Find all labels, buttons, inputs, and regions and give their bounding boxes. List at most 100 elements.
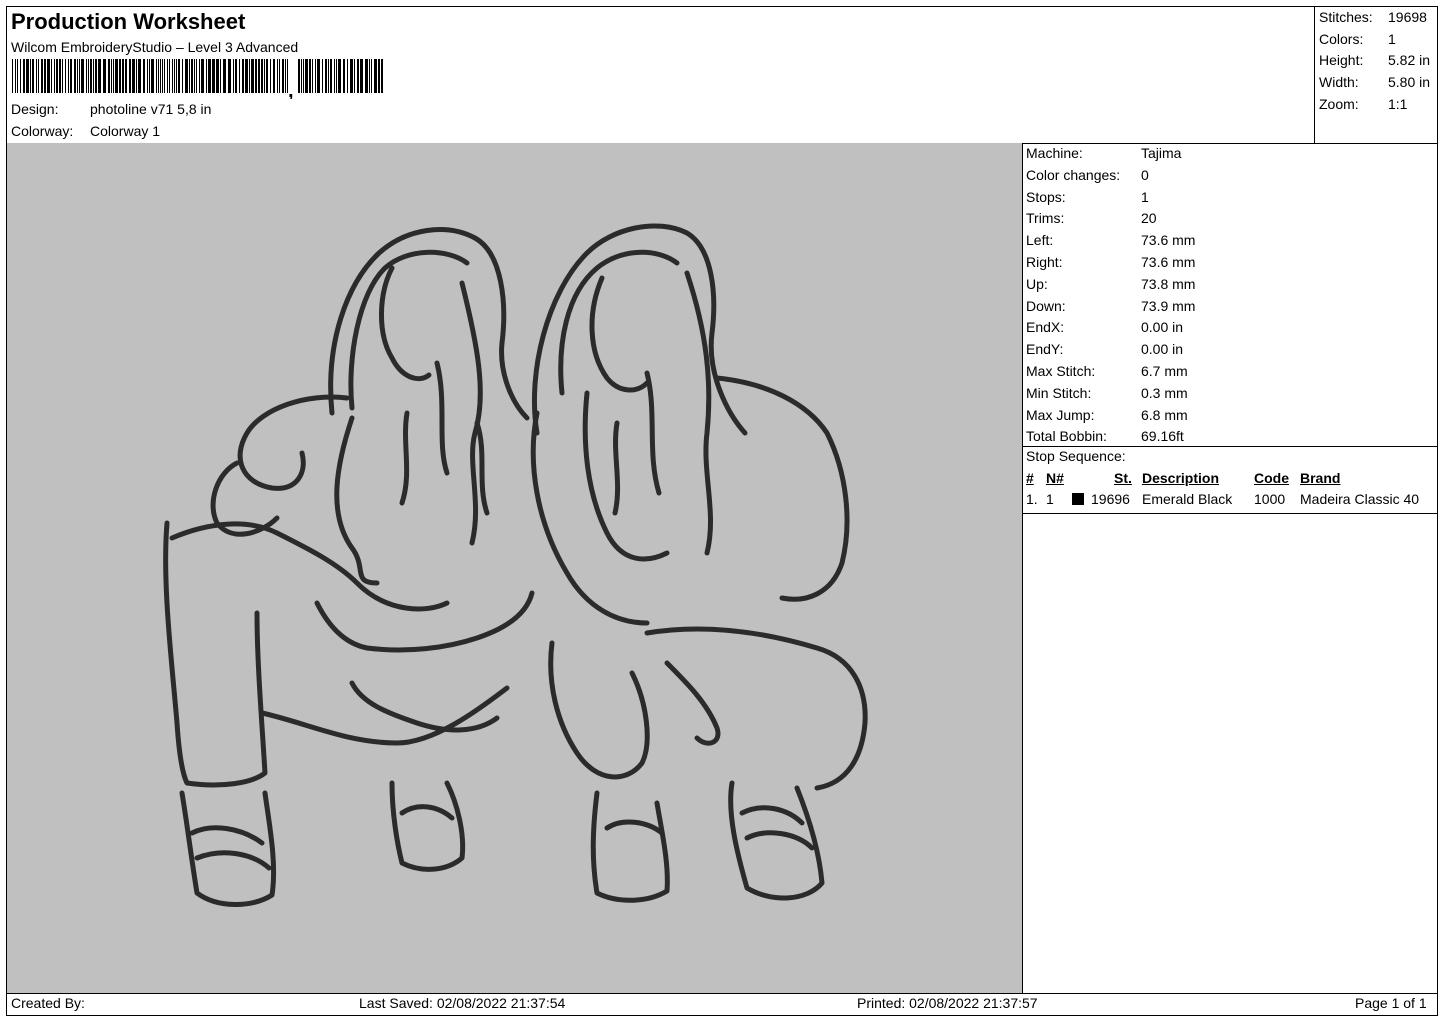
barcode-bar <box>17 59 18 93</box>
machine-info-value: 6.8 mm <box>1141 406 1188 423</box>
barcode-bar <box>68 59 69 93</box>
left-shoe-1 <box>179 790 277 907</box>
machine-info-row: Right: 73.6 mm <box>1026 254 1195 270</box>
machine-info-label: Up: <box>1026 275 1048 292</box>
barcode-bar <box>235 59 237 93</box>
barcode-bar <box>20 59 21 93</box>
barcode-bar <box>365 59 368 93</box>
right-face <box>589 275 650 393</box>
barcode-bar <box>172 59 173 93</box>
summary-colors: Colors: 1 <box>1319 31 1396 47</box>
barcode-bar <box>138 59 141 93</box>
machine-info-value: 1 <box>1141 188 1149 205</box>
summary-value: 5.80 in <box>1388 74 1431 90</box>
machine-info-value: 6.7 mm <box>1141 363 1188 379</box>
barcode-bar <box>242 59 244 93</box>
barcode-bar <box>185 59 188 93</box>
page-number: Page 1 of 1 <box>1355 995 1427 1011</box>
col-header-st: St. <box>1114 470 1132 486</box>
machine-info-row: Trims: 20 <box>1026 210 1157 226</box>
barcode-bar <box>143 59 145 93</box>
barcode-bar <box>41 59 43 93</box>
right-hand <box>664 660 721 746</box>
left-leg <box>163 520 268 788</box>
worksheet-frame: Production Worksheet Wilcom EmbroiderySt… <box>6 6 1438 1016</box>
barcode-bar <box>162 59 163 93</box>
page-title: Production Worksheet <box>11 9 246 34</box>
left-shoe-2 <box>389 780 466 872</box>
summary-value: 5.82 in <box>1388 52 1431 68</box>
barcode-bar <box>273 59 275 93</box>
barcode-bar <box>70 59 72 93</box>
barcode-bar <box>264 59 265 93</box>
barcode-bar <box>354 59 355 93</box>
right-shoulder <box>714 375 850 602</box>
barcode-bar <box>30 59 31 93</box>
barcode-bar <box>44 59 46 93</box>
barcode-bar <box>65 59 66 93</box>
machine-info-value: 73.6 mm <box>1141 254 1196 270</box>
left-face <box>379 265 432 382</box>
barcode-bar <box>216 59 219 93</box>
barcode-bar <box>228 59 231 93</box>
barcode-bar <box>15 59 16 93</box>
embroidery-design-illustration <box>163 223 868 907</box>
barcode-bar <box>119 59 121 93</box>
barcode-bar <box>51 59 52 93</box>
barcode-bar <box>122 59 124 93</box>
barcode-bar <box>147 59 148 93</box>
barcode-bar <box>374 59 377 93</box>
barcode-bar <box>208 59 211 93</box>
barcode-bar <box>38 59 39 93</box>
stop-sequence-title: Stop Sequence: <box>1026 448 1126 464</box>
barcode-bar <box>249 59 250 93</box>
right-torso <box>530 410 650 626</box>
machine-info-label: Down: <box>1026 297 1066 314</box>
barcode-bar <box>357 59 359 93</box>
barcode-bar <box>266 59 268 93</box>
barcode-bar <box>251 59 254 93</box>
machine-info-label: Total Bobbin: <box>1026 428 1107 445</box>
barcode-bar <box>199 59 200 93</box>
row-n: 1 <box>1046 491 1054 507</box>
barcode-bar <box>59 59 61 93</box>
design-row: Design: photoline v71 5,8 in <box>11 101 211 117</box>
machine-info-row: Machine: Tajima <box>1026 145 1181 161</box>
summary-label: Stitches: <box>1319 9 1373 25</box>
machine-info-label: Max Stitch: <box>1026 363 1096 379</box>
barcode-bar <box>285 59 286 93</box>
machine-info-label: Machine: <box>1026 145 1083 161</box>
barcode-bar <box>277 59 278 93</box>
left-hair-2 <box>459 280 483 546</box>
machine-info-label: EndX: <box>1026 319 1065 336</box>
machine-info-value: 73.9 mm <box>1141 297 1196 314</box>
right-hair-2 <box>684 270 714 556</box>
barcode-bar <box>98 59 101 93</box>
barcode-bar <box>12 59 13 93</box>
row-code: 1000 <box>1254 491 1286 507</box>
machine-info-row: Min Stitch: 0.3 mm <box>1026 385 1188 401</box>
barcode-bar <box>189 59 190 93</box>
barcode-bar <box>93 59 94 93</box>
summary-label: Width: <box>1319 74 1359 90</box>
barcode-bar <box>95 59 97 93</box>
machine-info-row: Up: 73.8 mm <box>1026 276 1195 292</box>
barcode-bar <box>309 59 311 93</box>
barcode-bar <box>347 59 348 93</box>
summary-label: Zoom: <box>1319 96 1359 112</box>
barcode-bar <box>315 59 316 93</box>
barcode-bar <box>303 59 304 93</box>
left-forearm <box>349 680 500 733</box>
machine-info-value: 0.00 in <box>1141 341 1184 358</box>
barcode-bar <box>196 59 197 93</box>
barcode-bar <box>54 59 55 93</box>
machine-info-label: Stops: <box>1026 188 1066 205</box>
barcode-bar <box>111 59 112 93</box>
machine-info-value: 69.16ft <box>1141 428 1184 445</box>
machine-info-row: Max Stitch: 6.7 mm <box>1026 363 1188 379</box>
info-divider <box>1022 446 1438 447</box>
machine-info-row: Down: 73.9 mm <box>1026 298 1195 314</box>
barcode-bar <box>305 59 308 93</box>
right-shoe-1 <box>590 790 670 903</box>
barcode-bar <box>174 59 175 93</box>
